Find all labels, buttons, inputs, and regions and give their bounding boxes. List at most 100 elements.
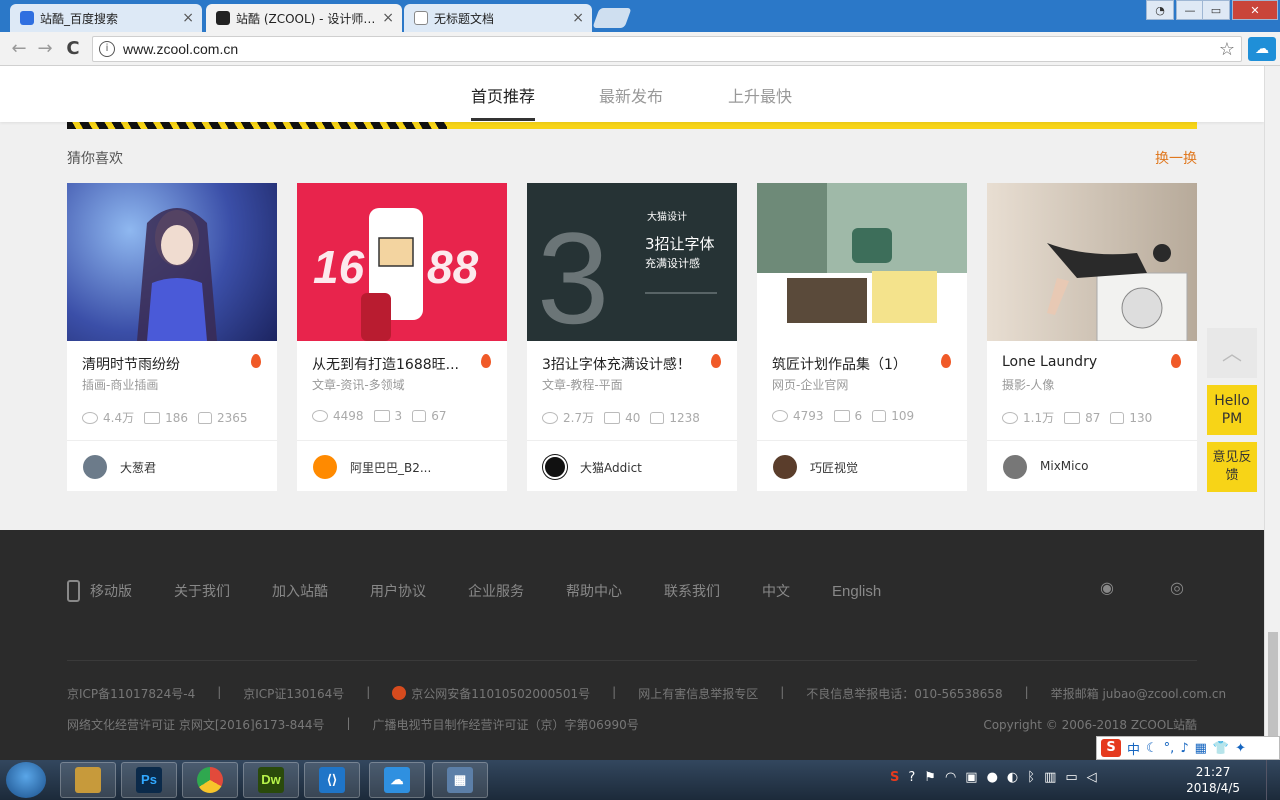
- bluetooth-icon[interactable]: ᛒ: [1027, 770, 1035, 785]
- work-card[interactable]: 16 88 从无到有打造1688旺... 文章-资讯-多领域 4498 3 67…: [297, 183, 507, 491]
- footer-link-help[interactable]: 帮助中心: [566, 581, 622, 601]
- author-name[interactable]: 阿里巴巴_B2...: [350, 459, 431, 476]
- display-tray-icon[interactable]: ▭: [1065, 770, 1077, 785]
- weibo-icon[interactable]: ◎: [1170, 578, 1184, 597]
- taskbar-photoshop[interactable]: Ps: [121, 762, 177, 798]
- tab-zcool[interactable]: 站酷 (ZCOOL) - 设计师互动平台 ×: [206, 4, 402, 32]
- wechat-icon[interactable]: ◉: [1100, 578, 1114, 597]
- ime-toolbar[interactable]: S 中 ☾ °, ♪ ▦ 👕 ✦: [1096, 736, 1280, 760]
- author-name[interactable]: 巧匠视觉: [810, 459, 858, 476]
- forward-button[interactable]: →: [34, 38, 56, 60]
- author-name[interactable]: 大猫Addict: [580, 459, 642, 476]
- user-icon[interactable]: ◔: [1146, 0, 1174, 20]
- card-thumbnail[interactable]: 16 88: [297, 183, 507, 341]
- card-thumbnail[interactable]: [67, 183, 277, 341]
- taskbar-dreamweaver[interactable]: Dw: [243, 762, 299, 798]
- author-avatar[interactable]: [543, 455, 567, 479]
- banner-strip[interactable]: [67, 122, 1197, 129]
- info-icon[interactable]: i: [99, 41, 115, 57]
- tab-close-icon[interactable]: ×: [182, 10, 194, 26]
- work-card[interactable]: 筑匠计划作品集（1） 网页-企业官网 4793 6 109 巧匠视觉: [757, 183, 967, 491]
- taskbar-file-explorer[interactable]: [60, 762, 116, 798]
- qq-tray-icon[interactable]: ●: [987, 770, 998, 785]
- weather-tray-icon[interactable]: ◐: [1007, 770, 1018, 785]
- footer-link-about[interactable]: 关于我们: [174, 581, 230, 601]
- footer-link-agreement[interactable]: 用户协议: [370, 581, 426, 601]
- taskbar-vscode[interactable]: ⟨⟩: [304, 762, 360, 798]
- author-avatar[interactable]: [773, 455, 797, 479]
- show-desktop-button[interactable]: [1266, 760, 1280, 800]
- author-avatar[interactable]: [83, 455, 107, 479]
- card-title[interactable]: Lone Laundry: [1002, 354, 1162, 370]
- maximize-button[interactable]: ▭: [1202, 0, 1230, 20]
- culture-license[interactable]: 网络文化经营许可证 京网文[2016]6173-844号: [67, 716, 325, 733]
- bookmark-star-icon[interactable]: ☆: [1219, 39, 1235, 60]
- baidu-netdisk-extension-icon[interactable]: ☁: [1248, 37, 1276, 61]
- feedback-button[interactable]: 意见反馈: [1207, 442, 1257, 492]
- taskbar-chrome[interactable]: [182, 762, 238, 798]
- ime-tools-icon[interactable]: ✦: [1235, 741, 1246, 756]
- taskbar-calculator[interactable]: ▦: [432, 762, 488, 798]
- broadcast-license[interactable]: 广播电视节目制作经营许可证（京）字第06990号: [373, 716, 639, 733]
- work-card[interactable]: Lone Laundry 摄影-人像 1.1万 87 130 MixMico: [987, 183, 1197, 491]
- help-tray-icon[interactable]: ?: [908, 770, 915, 785]
- sogou-ime-icon[interactable]: S: [1101, 739, 1121, 757]
- footer-link-join[interactable]: 加入站酷: [272, 581, 328, 601]
- minimize-button[interactable]: —: [1176, 0, 1204, 20]
- back-button[interactable]: ←: [8, 38, 30, 60]
- footer-link-chinese[interactable]: 中文: [762, 581, 790, 601]
- author-avatar[interactable]: [1003, 455, 1027, 479]
- footer-link-mobile[interactable]: 移动版: [90, 581, 132, 601]
- footer-link-enterprise[interactable]: 企业服务: [468, 581, 524, 601]
- work-card[interactable]: 清明时节雨纷纷 插画-商业插画 4.4万 186 2365 大葱君: [67, 183, 277, 491]
- footer-link-contact[interactable]: 联系我们: [664, 581, 720, 601]
- page-scrollbar[interactable]: [1264, 66, 1280, 760]
- taskbar-baidu-netdisk[interactable]: ☁: [369, 762, 425, 798]
- card-title[interactable]: 清明时节雨纷纷: [82, 354, 242, 374]
- icp-record[interactable]: 京ICP备11017824号-4: [67, 685, 195, 702]
- back-to-top-button[interactable]: ︿: [1207, 328, 1257, 378]
- ime-moon-icon[interactable]: ☾: [1146, 741, 1158, 756]
- notification-tray-icon[interactable]: ⚑: [924, 770, 936, 785]
- ime-punctuation-icon[interactable]: °,: [1164, 741, 1175, 756]
- author-name[interactable]: 大葱君: [120, 459, 156, 476]
- usb-tray-icon[interactable]: ▥: [1044, 770, 1056, 785]
- scrollbar-thumb[interactable]: [1268, 632, 1278, 752]
- tab-recommended[interactable]: 首页推荐: [471, 83, 535, 107]
- card-thumbnail[interactable]: [757, 183, 967, 341]
- icp-license[interactable]: 京ICP证130164号: [243, 685, 344, 702]
- tab-baidu[interactable]: 站酷_百度搜索 ×: [10, 4, 202, 32]
- author-name[interactable]: MixMico: [1040, 459, 1088, 473]
- tab-rising[interactable]: 上升最快: [728, 83, 792, 107]
- card-title[interactable]: 从无到有打造1688旺...: [312, 354, 472, 374]
- card-thumbnail[interactable]: [987, 183, 1197, 341]
- new-tab-button[interactable]: [592, 8, 632, 28]
- ime-keyboard-icon[interactable]: ▦: [1195, 741, 1207, 756]
- ime-mic-icon[interactable]: ♪: [1180, 741, 1188, 756]
- harmful-info-report[interactable]: 网上有害信息举报专区: [638, 685, 758, 702]
- work-card[interactable]: 3 大猫设计 3招让字体 充满设计感 3招让字体充满设计感！ 文章-教程-平面 …: [527, 183, 737, 491]
- network-tray-icon[interactable]: ▣: [965, 770, 977, 785]
- tab-untitled[interactable]: 无标题文档 ×: [404, 4, 592, 32]
- wifi-icon[interactable]: ◠: [945, 770, 956, 785]
- refresh-link[interactable]: 换一换: [1155, 148, 1197, 168]
- reload-button[interactable]: C: [62, 38, 84, 60]
- card-thumbnail[interactable]: 3 大猫设计 3招让字体 充满设计感: [527, 183, 737, 341]
- tab-latest[interactable]: 最新发布: [599, 83, 663, 107]
- police-record[interactable]: 京公网安备11010502000501号: [392, 685, 590, 702]
- volume-icon[interactable]: ◁: [1087, 770, 1097, 785]
- window-close-button[interactable]: ✕: [1232, 0, 1278, 20]
- card-title[interactable]: 筑匠计划作品集（1）: [772, 354, 932, 374]
- author-avatar[interactable]: [313, 455, 337, 479]
- card-title[interactable]: 3招让字体充满设计感！: [542, 354, 702, 374]
- sogou-tray-icon[interactable]: S: [890, 770, 899, 785]
- tab-close-icon[interactable]: ×: [572, 10, 584, 26]
- start-button[interactable]: [6, 762, 46, 798]
- footer-link-english[interactable]: English: [832, 583, 881, 600]
- ime-skin-icon[interactable]: 👕: [1213, 741, 1229, 756]
- url-text[interactable]: www.zcool.com.cn: [123, 41, 238, 57]
- system-clock[interactable]: 21:27 2018/4/5: [1186, 764, 1240, 796]
- hello-pm-button[interactable]: Hello PM: [1207, 385, 1257, 435]
- ime-mode-label[interactable]: 中: [1127, 739, 1140, 758]
- tab-close-icon[interactable]: ×: [382, 10, 394, 26]
